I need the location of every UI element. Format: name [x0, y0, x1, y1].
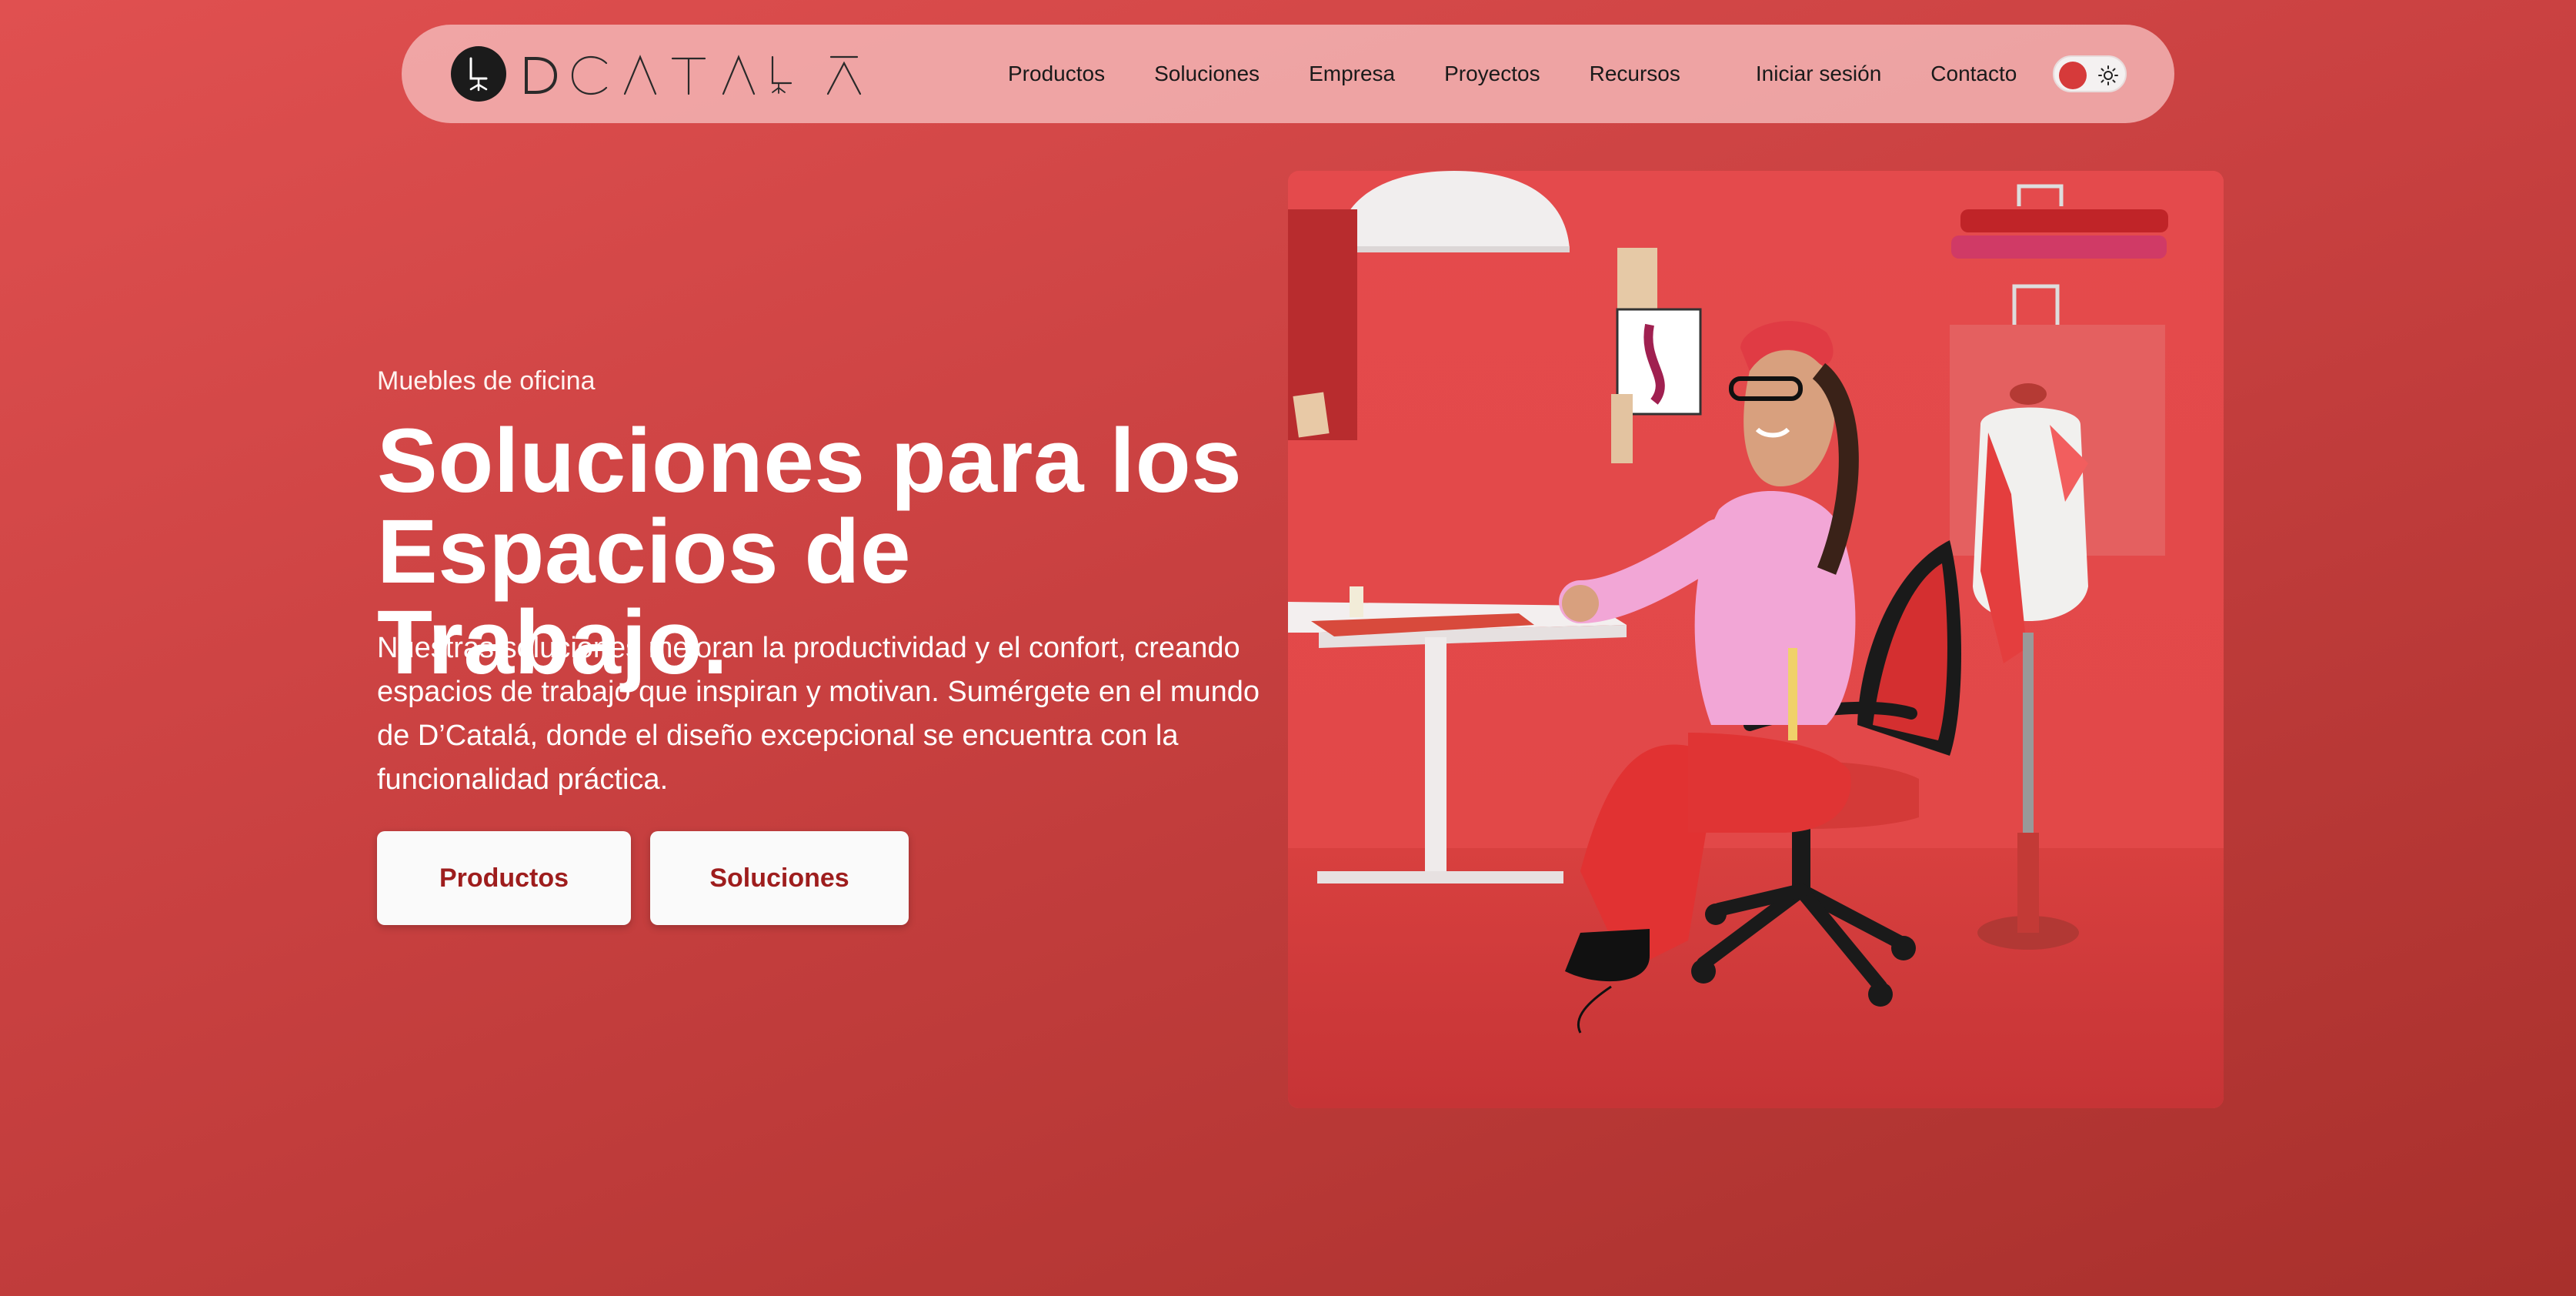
brand-wordmark: [525, 55, 862, 95]
hero-photo-illustration: [1288, 171, 2224, 1108]
soluciones-button[interactable]: Soluciones: [650, 831, 909, 925]
hero-eyebrow: Muebles de oficina: [377, 366, 596, 396]
nav-link-empresa[interactable]: Empresa: [1309, 62, 1395, 86]
productos-button[interactable]: Productos: [377, 831, 631, 925]
hero-description: Nuestras soluciones mejoran la productiv…: [377, 632, 1260, 796]
hero-photo: [1288, 171, 2224, 1108]
nav-link-soluciones[interactable]: Soluciones: [1154, 62, 1260, 86]
main-nav-links: Productos Soluciones Empresa Proyectos R…: [1008, 25, 2017, 123]
top-navbar: Productos Soluciones Empresa Proyectos R…: [402, 25, 2174, 123]
toggle-knob: [2059, 62, 2087, 89]
nav-link-productos[interactable]: Productos: [1008, 62, 1105, 86]
nav-link-recursos[interactable]: Recursos: [1590, 62, 1680, 86]
chair-logo-icon: [451, 46, 506, 102]
brand-logo[interactable]: [451, 43, 906, 105]
sun-icon: [2098, 65, 2118, 85]
nav-link-iniciar-sesion[interactable]: Iniciar sesión: [1756, 62, 1881, 86]
headline-line-1: Soluciones para los: [377, 410, 1243, 512]
nav-link-contacto[interactable]: Contacto: [1930, 62, 2017, 86]
nav-link-proyectos[interactable]: Proyectos: [1444, 62, 1540, 86]
theme-toggle[interactable]: [2053, 55, 2127, 92]
